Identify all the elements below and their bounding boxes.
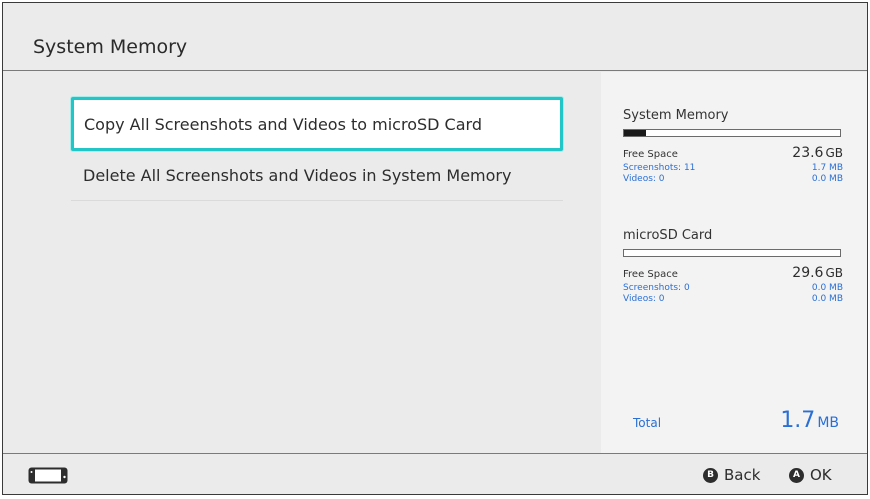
total-number: 1.7: [780, 408, 816, 433]
microsd-free-unit: GB: [825, 266, 843, 280]
system-memory-screenshots-label: Screenshots: 11: [623, 163, 696, 173]
microsd-free-number: 29.6: [792, 265, 824, 281]
system-memory-title: System Memory: [623, 108, 729, 123]
system-memory-videos-label: Videos: 0: [623, 174, 665, 184]
microsd-usage-bar: [623, 249, 841, 257]
system-memory-free-value: 23.6 GB: [792, 145, 843, 161]
microsd-screenshots-label: Screenshots: 0: [623, 283, 690, 293]
back-hint[interactable]: B Back: [703, 466, 760, 484]
system-memory-free-label: Free Space: [623, 149, 678, 160]
system-memory-free-row: Free Space 23.6 GB: [623, 145, 843, 161]
page-title: System Memory: [33, 36, 188, 58]
ok-label: OK: [810, 466, 832, 484]
storage-summary-panel: System Memory Free Space 23.6 GB Screensh…: [601, 72, 867, 453]
microsd-screenshots-size: 0.0 MB: [811, 283, 843, 293]
microsd-videos-row: Videos: 0 0.0 MB: [623, 294, 843, 304]
system-memory-videos-size: 0.0 MB: [811, 174, 843, 184]
system-memory-usage-bar: [623, 129, 841, 137]
b-button-icon: B: [703, 467, 718, 483]
back-label: Back: [724, 466, 761, 484]
header: System Memory: [3, 3, 867, 71]
total-size: Total 1.7 MB: [633, 408, 839, 433]
system-memory-screenshots-size: 1.7 MB: [811, 163, 843, 173]
delete-from-system-label: Delete All Screenshots and Videos in Sys…: [83, 166, 512, 185]
delete-from-system-button[interactable]: Delete All Screenshots and Videos in Sys…: [71, 151, 563, 201]
system-memory-panel: System Memory Free Space 23.6 GB Screensh…: [623, 108, 843, 184]
screen: System Memory Copy All Screenshots and V…: [2, 2, 868, 495]
action-menu: Copy All Screenshots and Videos to micro…: [71, 97, 563, 201]
total-label: Total: [633, 416, 662, 430]
copy-to-microsd-label: Copy All Screenshots and Videos to micro…: [84, 114, 482, 134]
total-value: 1.7 MB: [780, 408, 839, 433]
footer: B Back A OK: [3, 453, 867, 494]
microsd-free-row: Free Space 29.6 GB: [623, 265, 843, 281]
system-memory-free-number: 23.6: [792, 145, 824, 161]
microsd-free-value: 29.6 GB: [792, 265, 843, 281]
system-memory-free-unit: GB: [825, 146, 843, 160]
a-button-icon: A: [789, 467, 804, 483]
microsd-panel: microSD Card Free Space 29.6 GB Screensho…: [623, 228, 843, 304]
console-icon: [28, 467, 68, 484]
total-unit: MB: [817, 415, 839, 431]
system-memory-videos-row: Videos: 0 0.0 MB: [623, 174, 843, 184]
microsd-free-label: Free Space: [623, 269, 678, 280]
microsd-videos-label: Videos: 0: [623, 294, 665, 304]
system-memory-usage-fill: [624, 130, 646, 136]
microsd-title: microSD Card: [623, 228, 713, 243]
microsd-videos-size: 0.0 MB: [811, 294, 843, 304]
copy-to-microsd-button[interactable]: Copy All Screenshots and Videos to micro…: [71, 97, 563, 151]
microsd-screenshots-row: Screenshots: 0 0.0 MB: [623, 283, 843, 293]
system-memory-screenshots-row: Screenshots: 11 1.7 MB: [623, 163, 843, 173]
ok-hint[interactable]: A OK: [789, 466, 832, 484]
